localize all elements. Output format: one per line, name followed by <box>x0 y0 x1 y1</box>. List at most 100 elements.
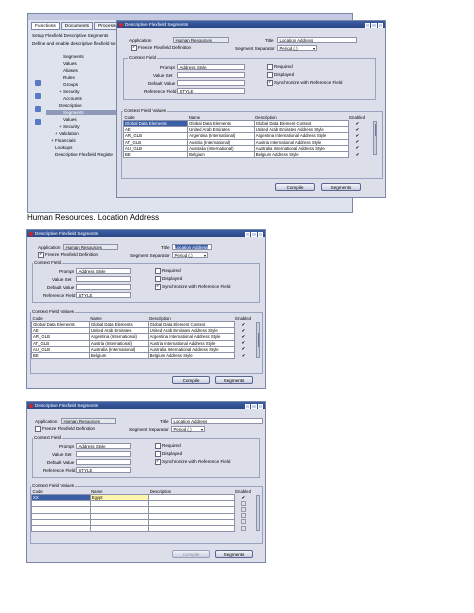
displayed-checkbox[interactable]: Displayed <box>155 276 182 282</box>
check-icon: ✔ <box>267 80 273 86</box>
window-title: Descriptive Flexfield Segments <box>125 22 189 27</box>
tree-item[interactable]: + Validation <box>55 131 79 136</box>
window-controls <box>364 22 383 28</box>
navigator-description: Define and enable descriptive flexfield … <box>32 41 116 46</box>
chevron-down-icon: ▾ <box>312 46 315 51</box>
table-row: BE Belgium Belgium Address Style ✔ <box>122 150 367 159</box>
tree-item[interactable]: Rules <box>63 75 75 80</box>
table-row: BE Belgium Belgium Address Style ✔ <box>31 351 253 360</box>
default-value-field[interactable] <box>76 284 131 290</box>
dff-segments-window-1: Descriptive Flexfield Segments Applicati… <box>116 20 386 198</box>
value-set-label: Value Set <box>52 277 72 282</box>
default-value-field[interactable] <box>76 459 131 465</box>
separator-select[interactable]: Period (.) ▾ <box>172 252 208 258</box>
tree-item[interactable]: Segments <box>63 54 84 59</box>
tree-item[interactable]: Values <box>63 61 77 66</box>
maximize-icon[interactable] <box>371 22 377 28</box>
tree-item[interactable]: Groups <box>63 82 78 87</box>
value-set-field[interactable] <box>76 451 131 457</box>
synchronize-checkbox[interactable]: ✔ Synchronize with Reference Field <box>155 459 230 465</box>
tab-functions[interactable]: Functions <box>31 22 60 30</box>
prompt-field[interactable]: Address Style <box>76 268 131 274</box>
required-checkbox[interactable]: Required <box>155 268 181 274</box>
dff-segments-window-3: Descriptive Flexfield Segments Applicati… <box>26 401 266 563</box>
check-icon: ✔ <box>155 459 161 465</box>
prompt-label: Prompt <box>59 444 74 449</box>
synchronize-checkbox[interactable]: ✔ Synchronize with Reference Field <box>155 284 230 290</box>
compile-button[interactable]: Compile <box>172 550 210 558</box>
application-field[interactable]: Human Resources <box>61 418 116 424</box>
reference-field[interactable]: STYLE <box>76 467 131 473</box>
minimize-icon[interactable] <box>244 403 250 409</box>
minimize-icon[interactable] <box>244 231 250 237</box>
application-label: Application <box>35 419 58 424</box>
tree-item-selected[interactable]: Segments <box>46 110 116 115</box>
value-set-field[interactable] <box>76 276 131 282</box>
application-field[interactable]: Human Resources <box>173 37 229 43</box>
check-icon: ✔ <box>38 252 44 258</box>
expand-icon[interactable] <box>35 80 41 86</box>
context-values-table: Code Name Description Enabled XX Egypt ✔ <box>31 489 253 533</box>
tree-item[interactable]: Values <box>63 117 77 122</box>
collapse-all-icon[interactable] <box>35 119 41 125</box>
synchronize-checkbox[interactable]: ✔ Synchronize with Reference Field <box>267 80 342 86</box>
required-checkbox[interactable]: Required <box>267 64 293 70</box>
maximize-icon[interactable] <box>251 403 257 409</box>
context-values-table: Code Name Description Enabled Global Dat… <box>122 115 367 159</box>
segments-button[interactable]: Segments <box>321 183 361 191</box>
tree-item[interactable]: Descriptive <box>59 103 82 108</box>
tree-item[interactable]: Descriptive Flexfield Registe <box>55 152 113 157</box>
minimize-icon[interactable] <box>364 22 370 28</box>
window-controls <box>244 231 263 237</box>
required-checkbox[interactable]: Required <box>155 443 181 449</box>
window-titlebar: Descriptive Flexfield Segments <box>117 21 385 28</box>
context-values-heading: Context Field Values <box>31 483 76 488</box>
tab-documents[interactable]: Documents <box>60 22 94 30</box>
table-scrollbar[interactable] <box>256 322 260 358</box>
displayed-checkbox[interactable]: Displayed <box>267 72 294 78</box>
collapse-icon[interactable] <box>35 93 41 99</box>
application-label: Application <box>129 38 152 43</box>
table-scrollbar[interactable] <box>373 121 377 155</box>
application-field[interactable]: Human Resources <box>63 244 118 250</box>
separator-select[interactable]: Period (.) ▾ <box>277 45 317 51</box>
maximize-icon[interactable] <box>251 231 257 237</box>
window-titlebar: Descriptive Flexfield Segments <box>27 402 265 409</box>
compile-button[interactable]: Compile <box>172 376 210 384</box>
segments-button[interactable]: Segments <box>215 550 253 558</box>
check-icon[interactable]: ✔ <box>348 151 366 157</box>
check-icon: ✔ <box>155 284 161 290</box>
prompt-field[interactable]: Address Style <box>177 64 245 70</box>
col-enabled: Enabled <box>349 115 365 121</box>
reference-field[interactable]: STYLE <box>177 88 245 94</box>
freeze-checkbox[interactable]: ✔ Freeze Flexfield Definition <box>131 45 191 51</box>
close-icon[interactable] <box>257 403 263 409</box>
title-field[interactable]: Location Address <box>277 37 357 43</box>
tree-item[interactable]: + Security <box>59 124 80 129</box>
default-value-field[interactable] <box>177 80 245 86</box>
title-field[interactable]: Location Address <box>172 244 212 250</box>
window-title: Descriptive Flexfield Segments <box>35 403 99 408</box>
expand-all-icon[interactable] <box>35 106 41 112</box>
displayed-checkbox[interactable]: Displayed <box>155 451 182 457</box>
freeze-checkbox[interactable]: ✔ Freeze Flexfield Definition <box>38 252 98 258</box>
title-field[interactable]: Location Address <box>171 418 263 424</box>
navigator-side-toolbar <box>32 80 44 132</box>
close-icon[interactable] <box>377 22 383 28</box>
close-icon[interactable] <box>257 231 263 237</box>
compile-button[interactable]: Compile <box>275 183 315 191</box>
tree-item[interactable]: + Security <box>59 89 80 94</box>
tree-item[interactable]: Aliases <box>63 68 78 73</box>
value-set-field[interactable] <box>177 72 245 78</box>
check-icon[interactable]: ✔ <box>234 352 252 358</box>
reference-field[interactable]: STYLE <box>76 292 131 298</box>
segments-button[interactable]: Segments <box>215 376 253 384</box>
freeze-checkbox[interactable]: Freeze Flexfield Definition <box>35 426 95 432</box>
table-scrollbar[interactable] <box>256 495 260 531</box>
tree-item[interactable]: + Financials <box>51 138 76 143</box>
tree-item[interactable]: Accounts <box>63 96 82 101</box>
context-values-heading: Context Field Values <box>31 309 76 314</box>
tree-item[interactable]: Lookups <box>55 145 72 150</box>
prompt-field[interactable]: Address Style <box>76 443 131 449</box>
separator-select[interactable]: Period (.) ▾ <box>171 426 205 432</box>
